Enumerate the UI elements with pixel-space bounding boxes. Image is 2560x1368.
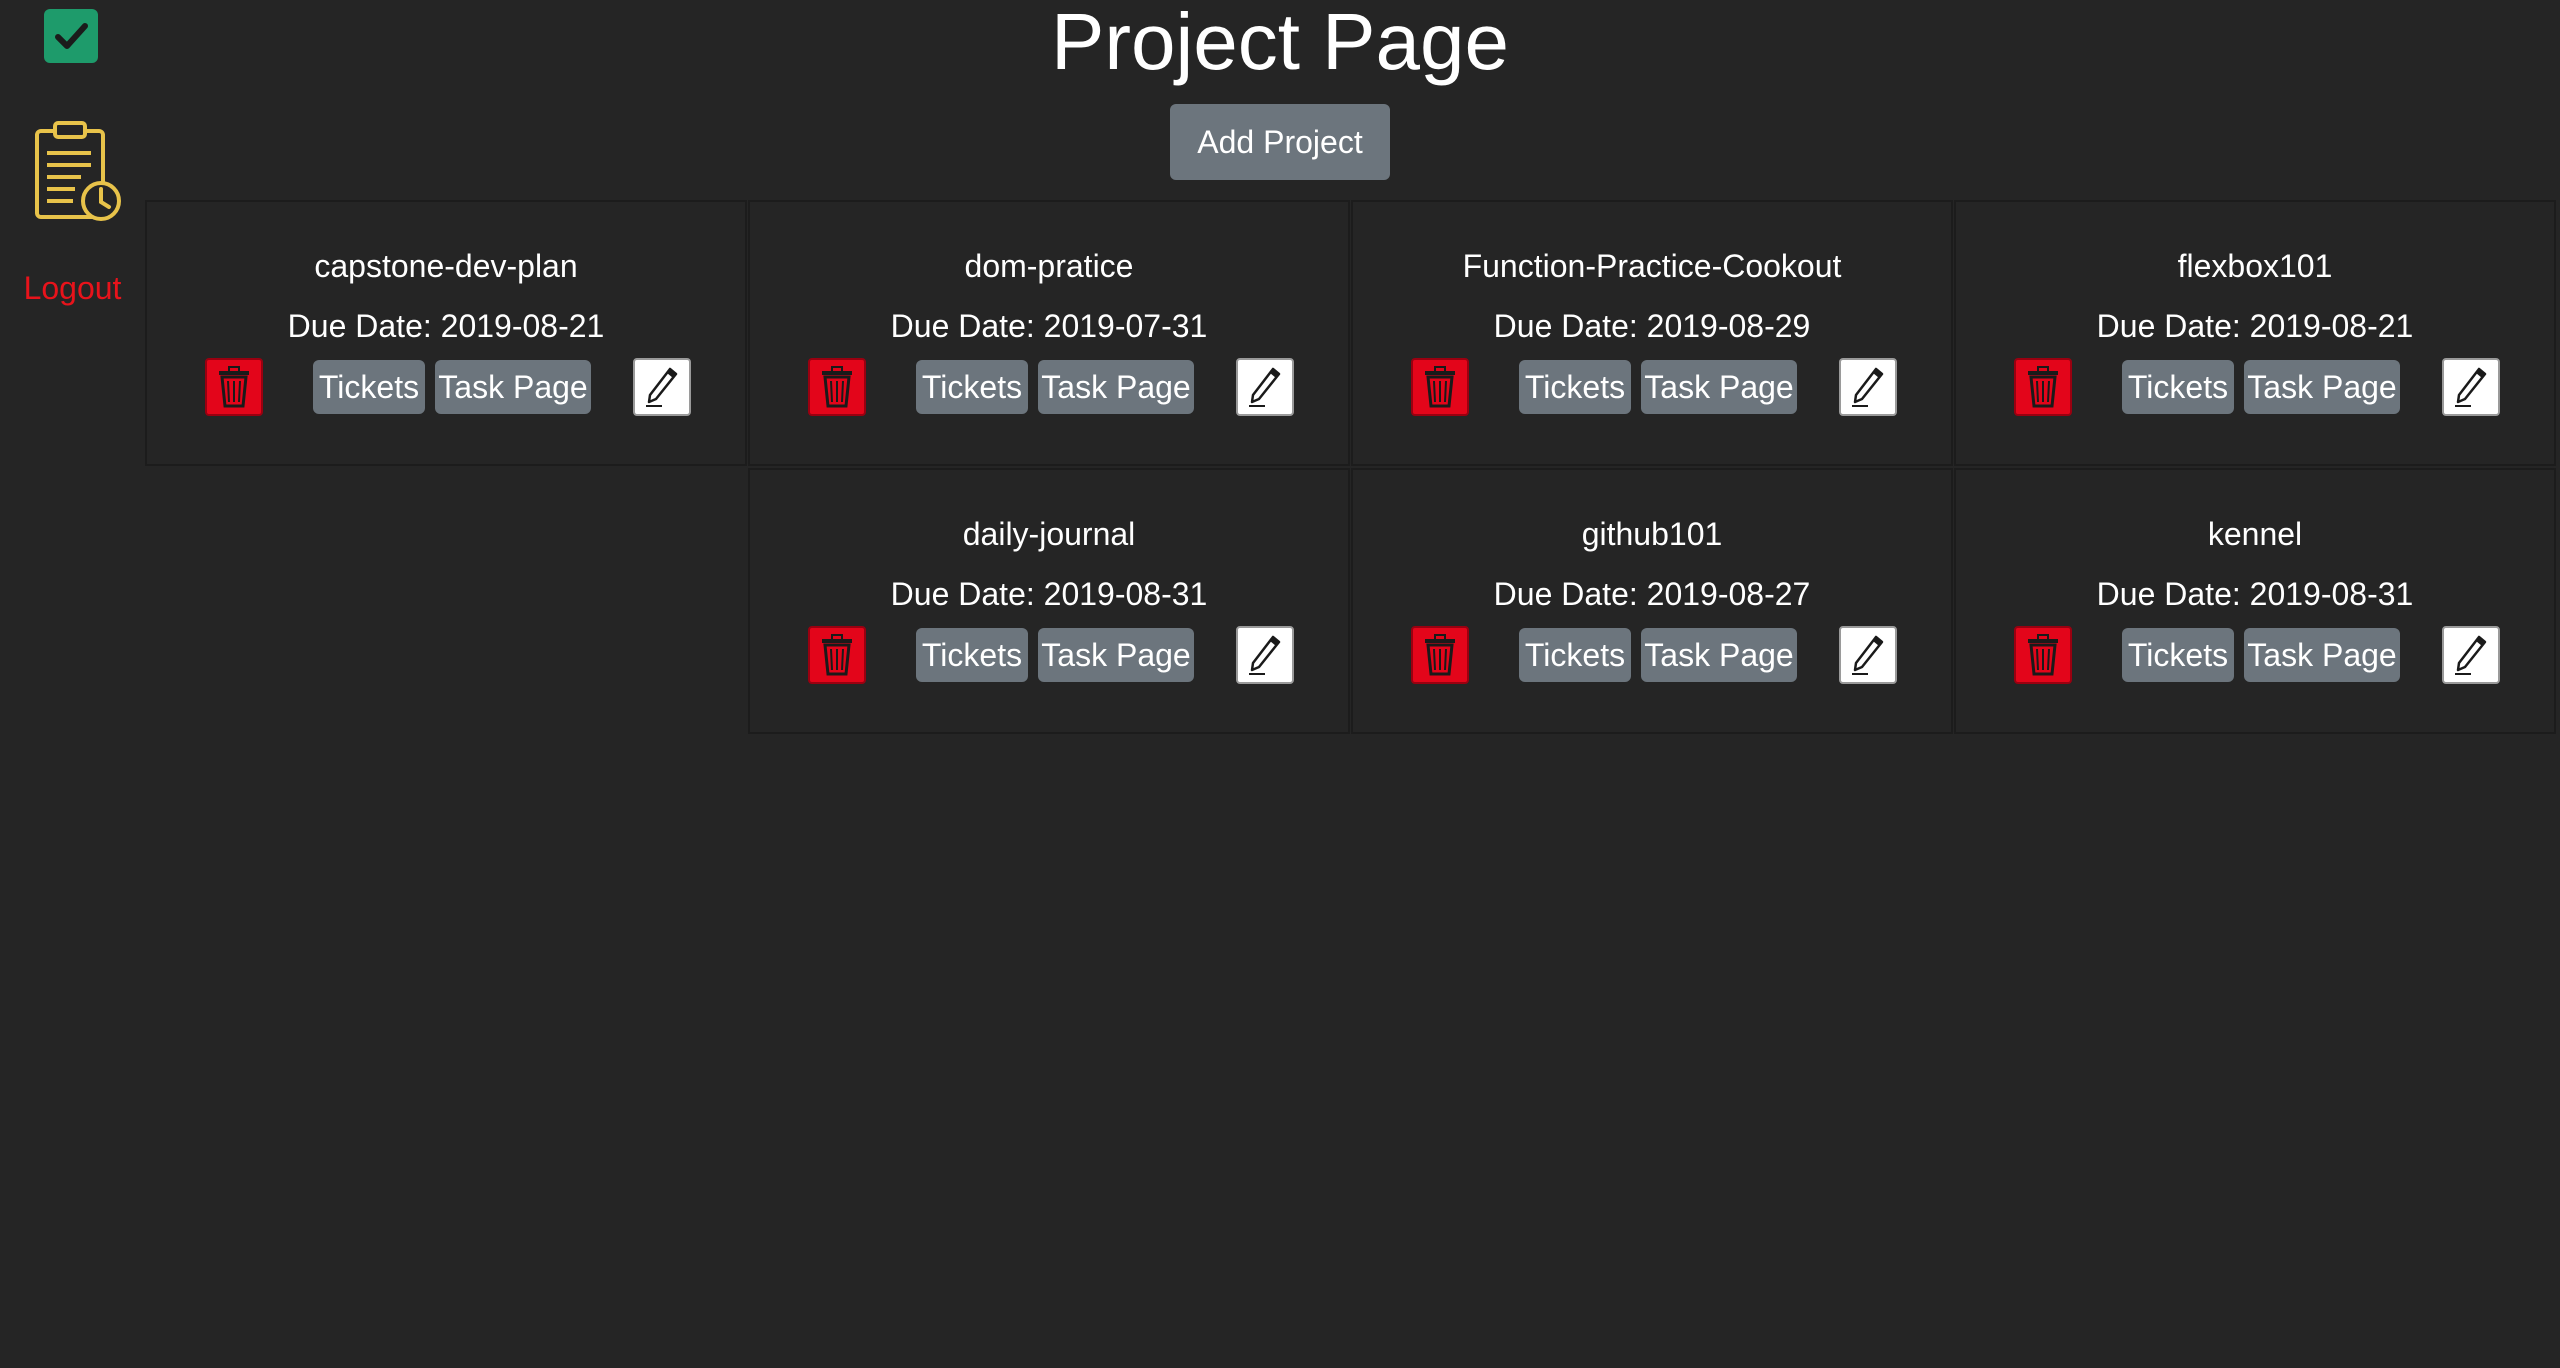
project-card: capstone-dev-plan Due Date: 2019-08-21 T… bbox=[145, 200, 747, 466]
edit-button[interactable] bbox=[633, 358, 691, 416]
project-due-date: Due Date: 2019-08-29 bbox=[1493, 308, 1811, 344]
project-due-date: Due Date: 2019-08-31 bbox=[2096, 576, 2414, 612]
project-name: github101 bbox=[1581, 516, 1723, 552]
task-page-button[interactable]: Task Page bbox=[1038, 360, 1194, 414]
card-actions: Tickets Task Page bbox=[1956, 358, 2558, 418]
pencil-icon bbox=[1852, 367, 1884, 407]
delete-button[interactable] bbox=[1411, 358, 1469, 416]
card-actions: Tickets Task Page bbox=[1353, 358, 1955, 418]
project-card: dom-pratice Due Date: 2019-07-31 Tickets… bbox=[748, 200, 1350, 466]
edit-button[interactable] bbox=[1236, 626, 1294, 684]
task-page-button[interactable]: Task Page bbox=[2244, 628, 2400, 682]
pencil-icon bbox=[1852, 635, 1884, 675]
project-card: github101 Due Date: 2019-08-27 Tickets T… bbox=[1351, 468, 1953, 734]
tickets-button[interactable]: Tickets bbox=[2122, 360, 2234, 414]
trash-icon bbox=[2028, 634, 2058, 676]
pencil-icon bbox=[2455, 367, 2487, 407]
pencil-icon bbox=[1249, 635, 1281, 675]
project-card: daily-journal Due Date: 2019-08-31 Ticke… bbox=[748, 468, 1350, 734]
project-card: kennel Due Date: 2019-08-31 Tickets Task… bbox=[1954, 468, 2556, 734]
task-page-button[interactable]: Task Page bbox=[435, 360, 591, 414]
delete-button[interactable] bbox=[205, 358, 263, 416]
trash-icon bbox=[219, 366, 249, 408]
project-name: flexbox101 bbox=[2177, 248, 2333, 284]
tickets-button[interactable]: Tickets bbox=[916, 360, 1028, 414]
add-project-button[interactable]: Add Project bbox=[1170, 104, 1390, 180]
pencil-icon bbox=[1249, 367, 1281, 407]
project-name: daily-journal bbox=[962, 516, 1136, 552]
card-actions: Tickets Task Page bbox=[147, 358, 749, 418]
tickets-button[interactable]: Tickets bbox=[1519, 628, 1631, 682]
tickets-button[interactable]: Tickets bbox=[916, 628, 1028, 682]
project-card: Function-Practice-Cookout Due Date: 2019… bbox=[1351, 200, 1953, 466]
project-due-date: Due Date: 2019-08-21 bbox=[287, 308, 605, 344]
delete-button[interactable] bbox=[2014, 358, 2072, 416]
project-due-date: Due Date: 2019-08-31 bbox=[890, 576, 1208, 612]
tickets-button[interactable]: Tickets bbox=[1519, 360, 1631, 414]
card-actions: Tickets Task Page bbox=[750, 626, 1352, 686]
project-name: kennel bbox=[2207, 516, 2303, 552]
edit-button[interactable] bbox=[1236, 358, 1294, 416]
task-page-button[interactable]: Task Page bbox=[1641, 628, 1797, 682]
tickets-button[interactable]: Tickets bbox=[2122, 628, 2234, 682]
sidebar: Logout bbox=[0, 0, 145, 1368]
logout-link[interactable]: Logout bbox=[0, 270, 145, 307]
edit-button[interactable] bbox=[1839, 626, 1897, 684]
project-due-date: Due Date: 2019-08-21 bbox=[2096, 308, 2414, 344]
trash-icon bbox=[1425, 366, 1455, 408]
card-actions: Tickets Task Page bbox=[1353, 626, 1955, 686]
project-card: flexbox101 Due Date: 2019-08-21 Tickets … bbox=[1954, 200, 2556, 466]
edit-button[interactable] bbox=[1839, 358, 1897, 416]
delete-button[interactable] bbox=[2014, 626, 2072, 684]
project-due-date: Due Date: 2019-07-31 bbox=[890, 308, 1208, 344]
pencil-icon bbox=[646, 367, 678, 407]
trash-icon bbox=[1425, 634, 1455, 676]
trash-icon bbox=[822, 634, 852, 676]
trash-icon bbox=[2028, 366, 2058, 408]
project-due-date: Due Date: 2019-08-27 bbox=[1493, 576, 1811, 612]
delete-button[interactable] bbox=[808, 626, 866, 684]
delete-button[interactable] bbox=[1411, 626, 1469, 684]
clipboard-clock-icon[interactable] bbox=[33, 119, 123, 225]
project-name: capstone-dev-plan bbox=[314, 248, 578, 284]
pencil-icon bbox=[2455, 635, 2487, 675]
task-page-button[interactable]: Task Page bbox=[2244, 360, 2400, 414]
edit-button[interactable] bbox=[2442, 626, 2500, 684]
trash-icon bbox=[822, 366, 852, 408]
project-name: Function-Practice-Cookout bbox=[1462, 248, 1842, 284]
task-page-button[interactable]: Task Page bbox=[1641, 360, 1797, 414]
tickets-button[interactable]: Tickets bbox=[313, 360, 425, 414]
card-actions: Tickets Task Page bbox=[750, 358, 1352, 418]
task-page-button[interactable]: Task Page bbox=[1038, 628, 1194, 682]
project-name: dom-pratice bbox=[964, 248, 1134, 284]
edit-button[interactable] bbox=[2442, 358, 2500, 416]
delete-button[interactable] bbox=[808, 358, 866, 416]
page-title: Project Page bbox=[1050, 0, 1510, 86]
card-actions: Tickets Task Page bbox=[1956, 626, 2558, 686]
